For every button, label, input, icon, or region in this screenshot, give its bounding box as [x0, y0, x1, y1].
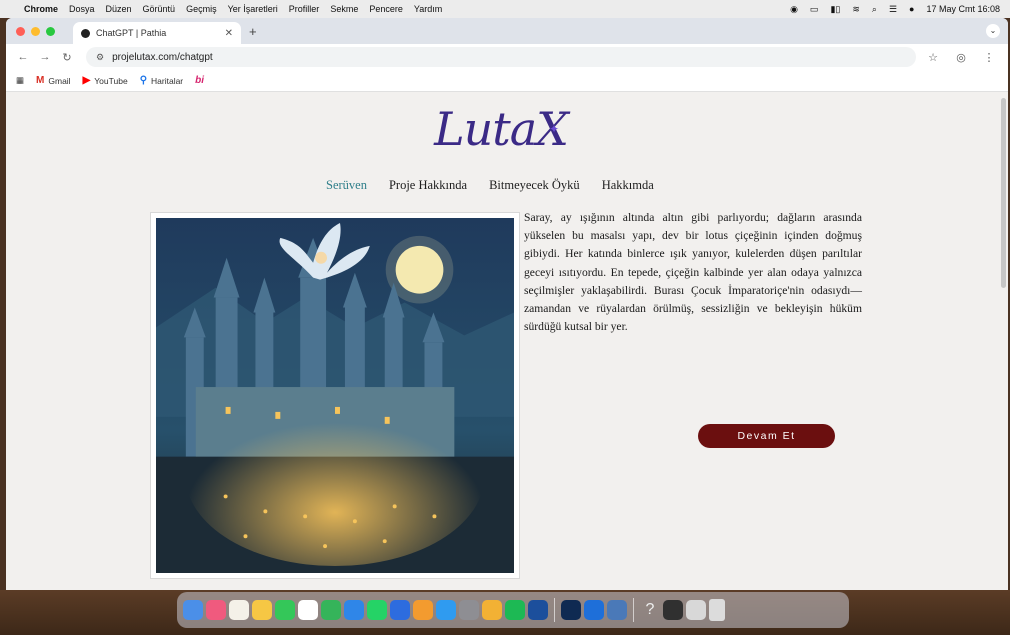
apps-grid-icon[interactable]: ▦ — [16, 75, 24, 86]
tab-title: ChatGPT | Pathia — [96, 28, 167, 38]
chrome-icon[interactable] — [482, 600, 502, 620]
system-settings-icon[interactable] — [459, 600, 479, 620]
story-illustration — [150, 212, 520, 579]
app-store-icon[interactable] — [436, 600, 456, 620]
macos-menu-bar: Chrome Dosya Düzen Görüntü Geçmiş Yer İş… — [0, 0, 1010, 18]
menu-window[interactable]: Pencere — [369, 4, 403, 14]
tab-search-chevron-down-icon[interactable]: ⌄ — [986, 24, 1000, 38]
launchpad-icon[interactable] — [206, 600, 226, 620]
story-text: Saray, ay ışığının altında altın gibi pa… — [524, 211, 862, 334]
tab-close-icon[interactable]: ✕ — [225, 28, 233, 39]
bookmark-bi[interactable]: bi — [195, 75, 204, 86]
youtube-icon: ▶ — [82, 75, 91, 86]
outlook-icon[interactable] — [584, 600, 604, 620]
stickies-icon[interactable] — [252, 600, 272, 620]
nav-link-story[interactable]: Bitmeyecek Öykü — [489, 178, 580, 193]
browser-window: ChatGPT | Pathia ✕ + ⌄ ← → ↻ ⚙ projeluta… — [6, 18, 1008, 590]
dock-separator — [554, 598, 555, 622]
menu-bookmarks[interactable]: Yer İşaretleri — [228, 4, 278, 14]
control-center-icon[interactable]: ☰ — [889, 4, 897, 15]
menu-edit[interactable]: Düzen — [106, 4, 132, 14]
notes-icon[interactable] — [229, 600, 249, 620]
zoom-icon[interactable] — [390, 600, 410, 620]
toolbar: ← → ↻ ⚙ projelutax.com/chatgpt ☆ ◎ ⋮ — [6, 44, 1008, 70]
address-url[interactable]: projelutax.com/chatgpt — [112, 52, 213, 63]
menu-history[interactable]: Geçmiş — [186, 4, 217, 14]
nav-link-about[interactable]: Hakkımda — [602, 178, 654, 193]
dock-separator — [633, 598, 634, 622]
sparkle-icon: ✦ — [548, 122, 559, 136]
bookmark-gmail[interactable]: M Gmail — [36, 75, 71, 86]
new-tab-plus-icon[interactable]: + — [249, 24, 257, 39]
whatsapp-icon[interactable] — [367, 600, 387, 620]
wifi-icon[interactable]: ≋ — [852, 4, 860, 15]
bi-icon: bi — [195, 75, 205, 86]
word-icon[interactable] — [528, 600, 548, 620]
site-info-icon[interactable]: ⚙ — [96, 52, 104, 63]
finder-icon[interactable] — [183, 600, 203, 620]
trash-icon[interactable] — [709, 599, 725, 621]
menu-help[interactable]: Yardım — [414, 4, 442, 14]
continue-button[interactable]: Devam Et — [698, 424, 835, 448]
help-icon[interactable]: ? — [640, 601, 660, 619]
preview-icon[interactable] — [607, 600, 627, 620]
address-bar[interactable]: ⚙ projelutax.com/chatgpt — [86, 47, 916, 67]
maps-icon: ⚲ — [139, 75, 148, 86]
zoom-window-button[interactable] — [46, 26, 55, 36]
bookmark-label: Haritalar — [151, 75, 184, 86]
macos-dock: ? — [177, 592, 849, 628]
calendar-icon[interactable] — [298, 600, 318, 620]
forward-arrow-icon[interactable]: → — [36, 51, 54, 63]
castle-illustration — [156, 218, 514, 573]
bookmarks-bar: ▦ M Gmail ▶ YouTube ⚲ Haritalar bi — [6, 70, 1008, 92]
reload-icon[interactable]: ↻ — [58, 51, 76, 64]
more-menu-icon[interactable]: ⋮ — [978, 51, 1000, 64]
bookmark-youtube[interactable]: ▶ YouTube — [83, 75, 128, 86]
bookmark-maps[interactable]: ⚲ Haritalar — [140, 75, 183, 86]
menu-status-area: ◉ ▭ ▮▯ ≋ ⌕ ☰ ● 17 May Cmt 16:08 — [790, 0, 1000, 18]
gmail-icon: M — [36, 75, 45, 86]
page-scrollbar[interactable] — [1001, 98, 1006, 288]
site-logo[interactable]: LutaX ✦ — [426, 98, 576, 164]
bookmark-label: YouTube — [94, 75, 128, 86]
tab-strip: ChatGPT | Pathia ✕ + ⌄ — [6, 18, 1008, 44]
siri-icon[interactable]: ● — [909, 4, 914, 14]
facetime-icon[interactable] — [275, 600, 295, 620]
close-window-button[interactable] — [16, 26, 25, 36]
menu-app-name[interactable]: Chrome — [24, 4, 58, 14]
tab-favicon-icon — [81, 28, 90, 38]
menu-profiles[interactable]: Profiller — [289, 4, 320, 14]
site-logo-text: LutaX — [434, 102, 569, 156]
web-page: LutaX ✦ Serüven Proje Hakkında Bitmeyece… — [6, 92, 1008, 590]
menu-view[interactable]: Görüntü — [143, 4, 176, 14]
spotify-icon[interactable] — [505, 600, 525, 620]
downloads-stack-icon[interactable] — [686, 600, 706, 620]
record-icon[interactable]: ◉ — [790, 4, 798, 15]
menu-file[interactable]: Dosya — [69, 4, 95, 14]
profile-icon[interactable]: ◎ — [950, 51, 972, 64]
bookmark-label: Gmail — [48, 75, 71, 86]
window-controls — [16, 26, 55, 36]
bookmark-star-icon[interactable]: ☆ — [922, 51, 944, 64]
keynote-icon[interactable] — [344, 600, 364, 620]
pages-icon[interactable] — [413, 600, 433, 620]
photoshop-icon[interactable] — [561, 600, 581, 620]
battery-icon[interactable]: ▮▯ — [830, 4, 840, 15]
back-arrow-icon[interactable]: ← — [14, 51, 32, 63]
tab-active[interactable]: ChatGPT | Pathia ✕ — [73, 22, 241, 44]
site-nav: Serüven Proje Hakkında Bitmeyecek Öykü H… — [326, 178, 654, 193]
minimize-window-button[interactable] — [31, 26, 40, 36]
spotlight-search-icon[interactable]: ⌕ — [872, 4, 877, 15]
numbers-icon[interactable] — [321, 600, 341, 620]
activity-monitor-icon[interactable] — [663, 600, 683, 620]
nav-link-seruven[interactable]: Serüven — [326, 178, 367, 193]
nav-link-project[interactable]: Proje Hakkında — [389, 178, 467, 193]
menu-clock[interactable]: 17 May Cmt 16:08 — [926, 4, 1000, 14]
menu-tab[interactable]: Sekme — [330, 4, 358, 14]
window-icon[interactable]: ▭ — [810, 4, 819, 15]
